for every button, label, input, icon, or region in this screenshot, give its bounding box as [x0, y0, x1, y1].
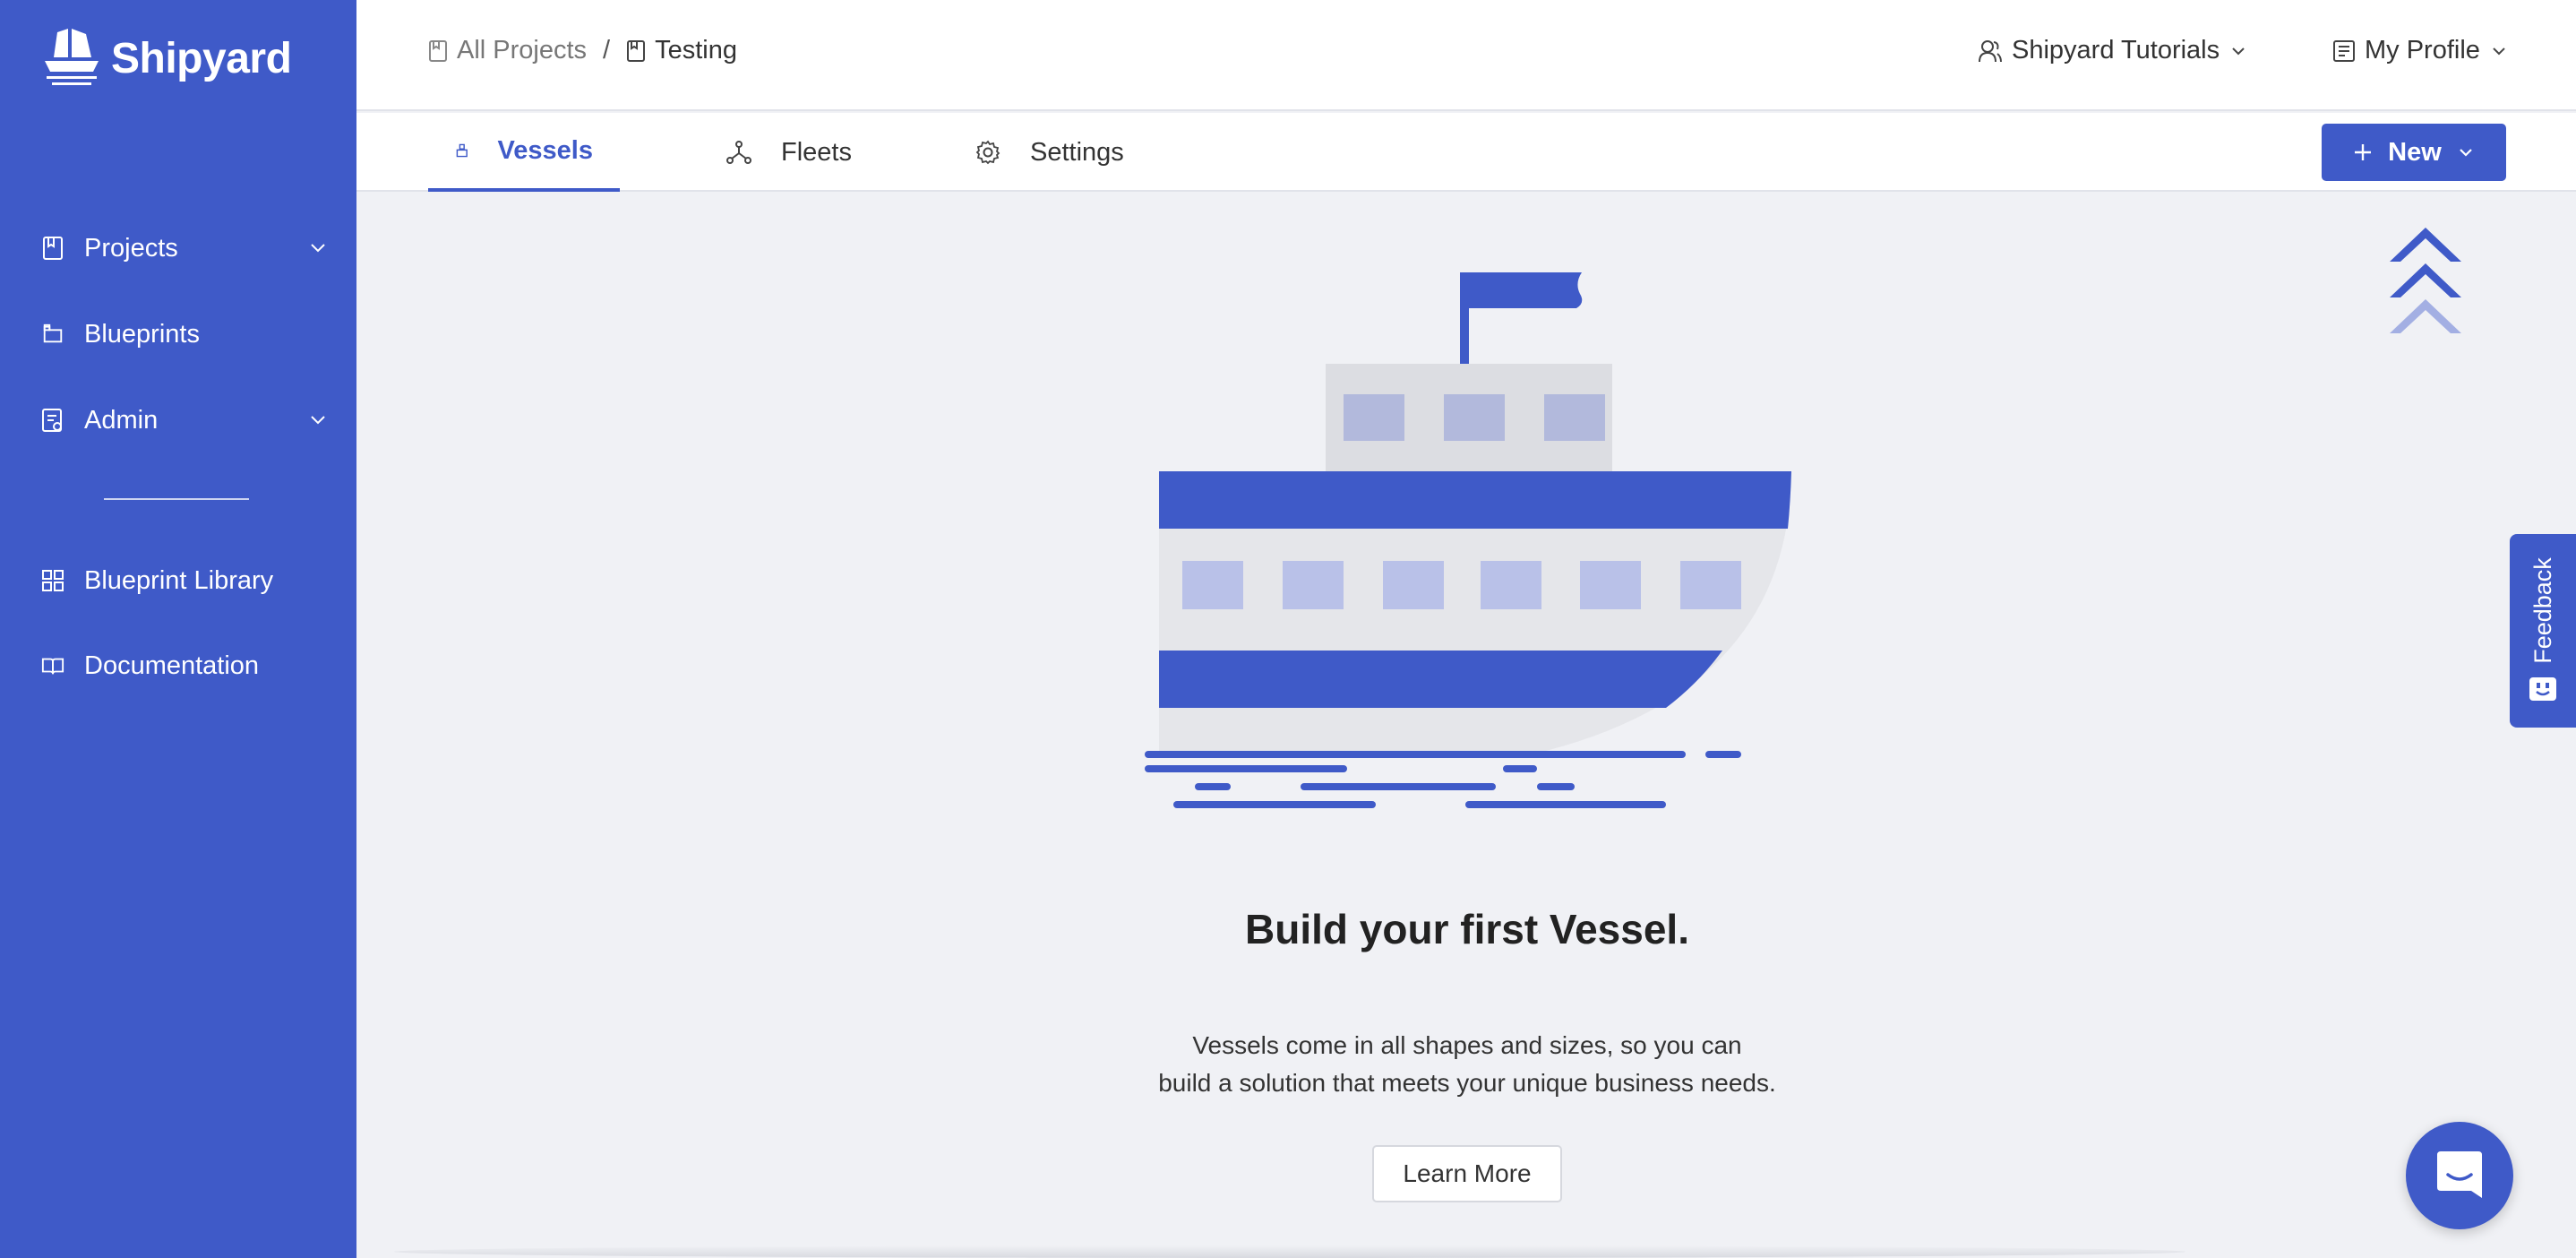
gear-icon [975, 140, 1000, 165]
book-icon [41, 236, 64, 261]
profile-icon [2333, 39, 2355, 62]
vessel-icon [456, 143, 468, 158]
tab-label: Vessels [497, 135, 593, 165]
learn-more-button[interactable]: Learn More [1372, 1145, 1562, 1202]
org-menu[interactable]: Shipyard Tutorials [1978, 36, 2248, 65]
breadcrumb-separator: / [603, 36, 611, 65]
sidebar: Shipyard Projects Blueprints Admin Bluep… [0, 0, 356, 1258]
tab-bar: Vessels Fleets Settings New [356, 113, 2576, 192]
blueprint-icon [41, 322, 64, 347]
feedback-face-icon [2529, 677, 2556, 701]
brand-logo[interactable]: Shipyard [41, 27, 292, 90]
sidebar-item-label: Blueprints [84, 319, 200, 349]
tab-vessels[interactable]: Vessels [428, 113, 620, 192]
fleet-icon [726, 141, 751, 164]
new-button[interactable]: New [2322, 124, 2506, 181]
ship-illustration [1145, 272, 1791, 808]
book-icon [429, 39, 447, 62]
sidebar-item-label: Documentation [84, 651, 260, 680]
sidebar-item-admin[interactable]: Admin [41, 395, 328, 445]
tab-label: Settings [1030, 137, 1124, 167]
brand-name: Shipyard [111, 34, 292, 82]
feedback-label-wrap: Feedback [2519, 552, 2567, 668]
sidebar-item-label: Admin [84, 405, 159, 435]
grid-icon [41, 568, 64, 593]
top-header: All Projects / Testing Shipyard Tutorial… [356, 0, 2576, 111]
empty-state-description-line: build a solution that meets your unique … [1158, 1069, 1776, 1097]
empty-state-title: Build your first Vessel. [1245, 906, 1689, 952]
scroll-to-top-icon[interactable] [2386, 222, 2465, 339]
tab-settings[interactable]: Settings [948, 113, 1151, 192]
empty-state-description-line: Vessels come in all shapes and sizes, so… [1192, 1031, 1742, 1059]
sidebar-item-projects[interactable]: Projects [41, 223, 328, 273]
breadcrumb-current[interactable]: Testing [626, 36, 737, 65]
plus-icon [2355, 144, 2372, 160]
breadcrumb-all-projects[interactable]: All Projects [428, 36, 587, 65]
tab-fleets[interactable]: Fleets [699, 113, 879, 192]
chevron-down-icon [2232, 47, 2245, 55]
shipyard-logo-icon [45, 29, 99, 85]
chevron-down-icon [311, 244, 325, 253]
org-menu-label: Shipyard Tutorials [2012, 36, 2220, 65]
admin-icon [41, 408, 64, 433]
chevron-down-icon [2460, 149, 2472, 157]
feedback-tab[interactable]: Feedback [2510, 534, 2576, 728]
bottom-shadow [394, 1245, 2185, 1258]
chevron-down-icon [2493, 47, 2505, 55]
chevron-down-icon [311, 416, 325, 425]
chat-icon [2437, 1151, 2482, 1198]
chat-launcher-button[interactable] [2406, 1122, 2513, 1229]
profile-menu-label: My Profile [2365, 36, 2480, 65]
empty-state-description: Vessels come in all shapes and sizes, so… [923, 1027, 2012, 1102]
new-button-label: New [2388, 137, 2442, 167]
sidebar-divider [104, 498, 249, 500]
breadcrumb-label: Testing [655, 36, 737, 65]
sidebar-item-label: Blueprint Library [84, 565, 274, 595]
breadcrumb-label: All Projects [457, 36, 588, 65]
open-book-icon [41, 653, 64, 678]
sidebar-item-documentation[interactable]: Documentation [41, 641, 328, 691]
feedback-label: Feedback [2529, 556, 2556, 664]
book-icon [627, 39, 646, 62]
sidebar-item-blueprints[interactable]: Blueprints [41, 309, 328, 359]
breadcrumb: All Projects / Testing [428, 36, 737, 65]
sidebar-item-blueprint-library[interactable]: Blueprint Library [41, 556, 328, 606]
sidebar-item-label: Projects [84, 233, 178, 263]
users-icon [1979, 39, 2002, 62]
tab-label: Fleets [781, 137, 852, 167]
profile-menu[interactable]: My Profile [2332, 36, 2509, 65]
